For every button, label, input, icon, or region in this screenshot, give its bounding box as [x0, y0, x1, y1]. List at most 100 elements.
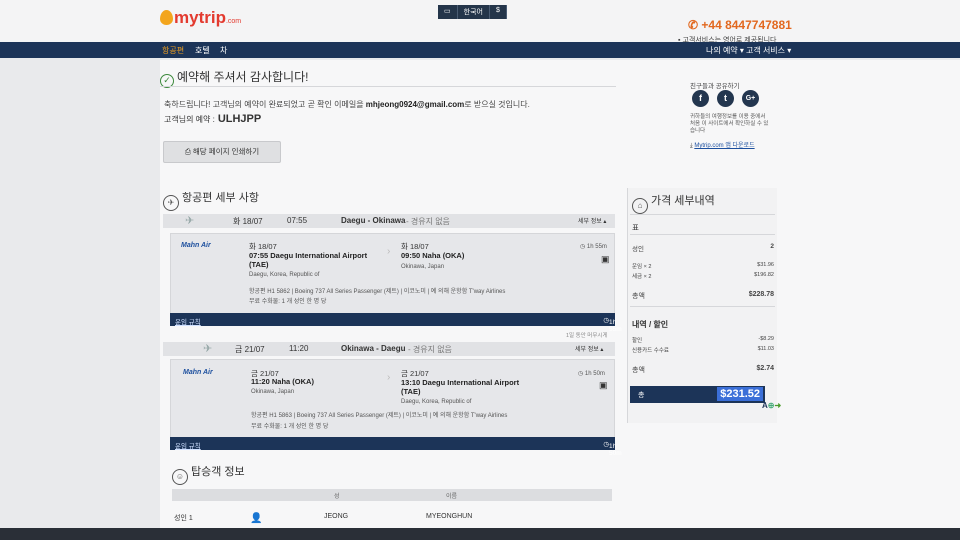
seat-icon: ▣: [601, 254, 610, 264]
discount-title: 내역 / 할인: [632, 320, 669, 329]
dep-code: (TAE): [249, 260, 269, 269]
email: mhjeong0924@gmail.com: [365, 100, 465, 109]
flight-details-title: ✈ 항공편 세부 사항: [163, 189, 259, 211]
facebook-icon[interactable]: f: [692, 90, 709, 107]
baggage-info: 무료 수화물: 1 개 성인 한 명 당: [249, 299, 327, 305]
segment-stops: - 경유지 없음: [406, 217, 450, 226]
google-plus-icon[interactable]: G+: [742, 90, 759, 107]
app-download-link[interactable]: ⤓ Mytrip.com 앱 다운로드: [690, 140, 755, 150]
divider: [630, 234, 775, 235]
discount-label: 할인: [632, 338, 643, 344]
footer-duration: ◷ 1h 55m: [603, 317, 622, 333]
flight-info: 항공편 H1 5863 | Boeing 737 All Series Pass…: [251, 413, 508, 419]
phone-number: ✆ +44 8447747881: [688, 18, 792, 32]
divider: [630, 306, 775, 307]
subtotal-value: $228.78: [748, 291, 774, 298]
footer-duration: ◷ 1h 50m: [603, 441, 622, 457]
stay-note: 1일 동안 머무시게: [566, 333, 608, 339]
nav-cars[interactable]: 차: [220, 45, 227, 56]
pax-last-name: JEONG: [324, 513, 349, 520]
balloon-icon: [160, 10, 173, 25]
segment-summary-outbound[interactable]: ✈ 화 18/07 07:55 Daegu - Okinawa - 경유지 없음…: [163, 214, 615, 228]
phone-icon: ✆: [688, 18, 702, 32]
price-row-value: $196.82: [754, 272, 774, 278]
airplane-icon: ✈: [163, 195, 179, 211]
chevron-right-icon: ›: [387, 372, 391, 383]
arr-airport: 09:50 Naha (OKA): [401, 251, 465, 260]
language-selector[interactable]: ▭ 한국어 $: [438, 5, 507, 19]
fare-rules-link[interactable]: 운임 규칙: [175, 316, 201, 326]
mytrip-logo[interactable]: mytrip.com: [160, 8, 241, 28]
total-value: $231.52: [717, 387, 763, 401]
person-icon: 👤: [250, 513, 263, 524]
duration: ◷ 1h 55m: [580, 244, 607, 250]
extras-total-value: $2.74: [756, 365, 774, 372]
price-row-label: 운임 × 2: [632, 264, 652, 270]
subtotal-label: 총액: [632, 293, 645, 300]
plane-icon: ✈: [185, 215, 195, 227]
ticket-label: 표: [632, 223, 639, 232]
segment-route: Daegu - Okinawa: [341, 216, 406, 225]
price-title: ⌂ 가격 세부내역: [632, 192, 715, 214]
fee-label: 신용카드 수수료: [632, 348, 669, 354]
top-header: mytrip.com ▭ 한국어 $ ✆ +44 8447747881 ▪ 고객…: [0, 0, 960, 44]
segment-time: 07:55: [287, 216, 308, 225]
price-row-value: 2: [770, 243, 774, 250]
segment-date: 금 21/07: [235, 345, 265, 354]
clock-icon: ◷: [578, 371, 585, 377]
dep-airport: 07:55 Daegu International Airport: [249, 251, 368, 260]
arr-code: (TAE): [401, 387, 421, 396]
confirmation-title: ✓ 예약해 주셔서 감사합니다!: [160, 68, 308, 88]
total-label: 총: [638, 392, 645, 399]
arr-location: Daegu, Korea, Republic of: [401, 399, 472, 405]
passenger-info-title: ☺ 탑승객 정보: [172, 463, 245, 485]
seat-icon: ▣: [599, 380, 608, 390]
nav-hotels[interactable]: 호텔: [195, 45, 210, 56]
translate-widget[interactable]: A⊕➜: [762, 401, 781, 410]
arrow-right-icon[interactable]: ➜: [774, 401, 781, 410]
dep-location: Daegu, Korea, Republic of: [249, 272, 320, 278]
main-nav: 항공편 호텔 차 나의 예약 ▾ 고객 서비스 ▾: [0, 42, 960, 58]
language-label[interactable]: 한국어: [458, 5, 490, 19]
details-toggle[interactable]: 세부 정보 ▴: [578, 216, 606, 225]
arr-location: Okinawa, Japan: [401, 264, 445, 270]
segment-summary-return[interactable]: ✈ 금 21/07 11:20 Okinawa - Daegu - 경유지 없음…: [163, 342, 615, 356]
booking-reference: 고객님의 예약 : ULHJPP: [164, 113, 262, 125]
printer-icon: ⎙: [184, 147, 193, 156]
nav-flights[interactable]: 항공편: [162, 45, 184, 56]
nav-customer-service[interactable]: 고객 서비스 ▾: [746, 45, 791, 56]
share-info: 귀하들의 여행정보를 이용 중에서처음 이 사이트에서 확인하실 수 있습니다: [690, 114, 769, 134]
people-icon: ☺: [172, 469, 188, 485]
grand-total-bar: 총 $231.52: [630, 386, 765, 403]
segment-stops: - 경유지 없음: [408, 345, 452, 354]
divider: [630, 214, 775, 215]
segment-route: Okinawa - Daegu: [341, 344, 406, 353]
booking-code: ULHJPP: [217, 113, 262, 125]
arr-airport: 13:10 Daegu International Airport: [401, 378, 520, 387]
print-page-button[interactable]: ⎙ 해당 페이지 인쇄하기: [163, 141, 281, 163]
flight-info: 항공편 H1 5862 | Boeing 737 All Series Pass…: [249, 289, 506, 295]
segment-date: 화 18/07: [233, 217, 263, 226]
fare-rules-link[interactable]: 운임 규칙: [175, 440, 201, 450]
twitter-icon[interactable]: t: [717, 90, 734, 107]
segment-time: 11:20: [289, 344, 309, 353]
price-row-label: 세금 × 2: [632, 274, 652, 280]
share-label: 친구들과 공유하기: [690, 83, 740, 90]
dep-location: Okinawa, Japan: [251, 389, 295, 395]
airline-logo: Mahn Air: [181, 242, 211, 249]
details-toggle[interactable]: 세부 정보 ▴: [575, 344, 603, 353]
pax-type: 성인 1: [174, 515, 193, 522]
divider: [160, 86, 616, 87]
plane-icon: ✈: [203, 343, 213, 355]
clock-icon: ◷: [580, 244, 587, 250]
currency-label[interactable]: $: [490, 5, 507, 19]
passenger-table-header: 성 이름: [172, 489, 612, 501]
nav-my-bookings[interactable]: 나의 예약 ▾: [706, 45, 744, 56]
confirmation-message: 축하드립니다! 고객님의 예약이 완료되었고 곧 확인 이메일을 mhjeong…: [164, 100, 530, 109]
price-row-value: $31.96: [757, 262, 774, 268]
segment-footer-outbound: 운임 규칙 ◷ 1h 55m: [170, 313, 622, 333]
price-row-label: 성인: [632, 246, 644, 253]
segment-footer-return: 운임 규칙 ◷ 1h 50m: [170, 437, 622, 457]
segment-card-return: Mahn Air 금 21/07 11:20 Naha (OKA) Okinaw…: [170, 359, 615, 441]
col-last-name: 성: [334, 494, 340, 500]
